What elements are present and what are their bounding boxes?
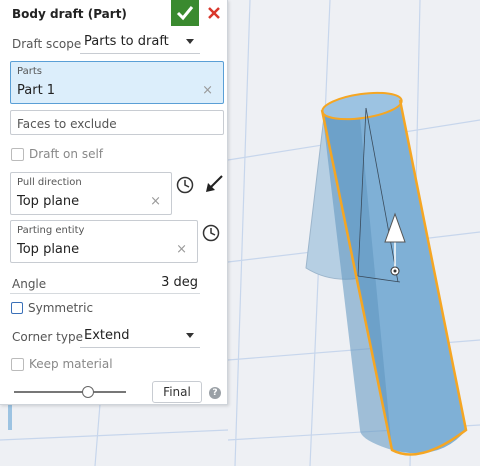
draft-scope-value: Parts to draft <box>84 34 169 49</box>
flip-arrow-icon <box>206 175 223 192</box>
clear-parting-entity-icon[interactable]: × <box>176 243 187 256</box>
symmetric-checkbox[interactable]: Symmetric <box>11 301 93 315</box>
draft-scope-label: Draft scope <box>12 37 82 51</box>
clear-parts-icon[interactable]: × <box>202 84 213 97</box>
corner-type-label: Corner type <box>12 330 83 344</box>
chevron-down-icon <box>186 333 194 338</box>
rollback-slider-handle[interactable] <box>81 386 94 398</box>
faces-to-exclude-field[interactable]: Faces to exclude <box>10 110 224 135</box>
parting-entity-value: Top plane <box>17 242 80 257</box>
keep-material-label: Keep material <box>29 357 113 371</box>
flip-direction-button[interactable] <box>204 174 224 198</box>
corner-type-value: Extend <box>84 328 130 343</box>
angle-underline <box>10 293 200 294</box>
parts-value: Part 1 <box>17 83 56 98</box>
chevron-down-icon <box>186 39 194 44</box>
viewport-accent <box>8 404 12 430</box>
pull-direction-value: Top plane <box>17 194 80 209</box>
faces-to-exclude-placeholder: Faces to exclude <box>17 117 117 131</box>
corner-type-select[interactable]: Extend <box>80 325 200 348</box>
close-icon <box>208 7 220 19</box>
help-icon[interactable]: ? <box>209 387 221 399</box>
body-draft-panel: Body draft (Part) Draft scope Parts to d… <box>0 0 228 405</box>
checkmark-icon <box>176 6 194 21</box>
cancel-button[interactable] <box>201 0 227 26</box>
draft-scope-select[interactable]: Parts to draft <box>80 31 200 54</box>
parting-entity-field[interactable]: Parting entity Top plane × <box>10 220 198 263</box>
angle-input[interactable]: 3 deg <box>140 275 198 290</box>
pull-direction-history-button[interactable] <box>176 176 194 198</box>
clock-icon <box>202 224 220 242</box>
parting-entity-history-button[interactable] <box>202 224 220 246</box>
checkbox-box <box>11 302 23 314</box>
pull-direction-caption: Pull direction <box>17 177 82 188</box>
accept-button[interactable] <box>171 0 199 26</box>
panel-title: Body draft (Part) <box>12 7 127 21</box>
clock-icon <box>176 176 194 194</box>
pull-direction-field[interactable]: Pull direction Top plane × <box>10 172 172 215</box>
rollback-slider-track[interactable] <box>14 391 126 393</box>
parts-caption: Parts <box>17 66 42 77</box>
final-button[interactable]: Final <box>152 381 202 403</box>
checkbox-box <box>11 357 24 371</box>
draft-on-self-checkbox[interactable]: Draft on self <box>11 147 103 161</box>
angle-label: Angle <box>12 277 47 291</box>
draft-on-self-label: Draft on self <box>29 147 104 161</box>
parting-entity-caption: Parting entity <box>17 225 85 236</box>
symmetric-label: Symmetric <box>28 301 94 315</box>
clear-pull-direction-icon[interactable]: × <box>150 195 161 208</box>
keep-material-checkbox[interactable]: Keep material <box>11 357 113 371</box>
parts-field[interactable]: Parts Part 1 × <box>10 61 224 104</box>
checkbox-box <box>11 147 24 161</box>
